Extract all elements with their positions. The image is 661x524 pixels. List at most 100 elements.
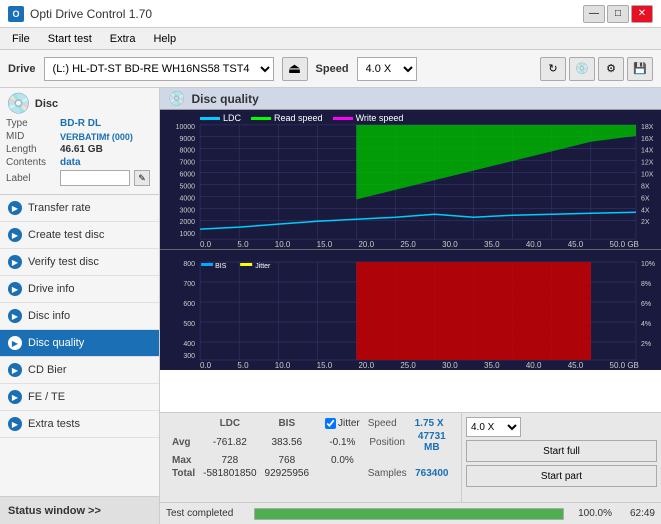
svg-text:400: 400 — [183, 341, 195, 348]
top-chart-legend: LDC Read speed Write speed — [200, 113, 403, 123]
svg-text:4X: 4X — [641, 207, 650, 214]
bx-label-0: 0.0 — [200, 361, 211, 370]
disc-icon[interactable]: 💿 — [569, 57, 595, 81]
svg-text:18X: 18X — [641, 124, 654, 131]
nav-label-extra-tests: Extra tests — [28, 418, 80, 430]
menu-start-test[interactable]: Start test — [40, 31, 100, 47]
sidebar-item-fe-te[interactable]: ▶ FE / TE — [0, 384, 159, 411]
speed-select-drive[interactable]: 4.0 X — [357, 57, 417, 81]
svg-text:300: 300 — [183, 353, 195, 360]
avg-jitter: -0.1% — [321, 430, 364, 454]
label-label: Label — [6, 173, 56, 184]
sidebar-item-verify-test-disc[interactable]: ▶ Verify test disc — [0, 249, 159, 276]
svg-text:BIS: BIS — [215, 263, 227, 270]
create-test-icon: ▶ — [8, 228, 22, 242]
sidebar: 💿 Disc Type BD-R DL MID VERBATIMf (000) … — [0, 88, 160, 524]
window-controls: — □ ✕ — [583, 5, 653, 23]
sidebar-item-extra-tests[interactable]: ▶ Extra tests — [0, 411, 159, 438]
title-bar: O Opti Drive Control 1.70 — □ ✕ — [0, 0, 661, 28]
nav-label-drive-info: Drive info — [28, 283, 74, 295]
sidebar-item-drive-info[interactable]: ▶ Drive info — [0, 276, 159, 303]
maximize-button[interactable]: □ — [607, 5, 629, 23]
svg-text:8X: 8X — [641, 183, 650, 190]
drive-label: Drive — [8, 63, 36, 75]
x-label-0: 0.0 — [200, 240, 211, 249]
speed-row: 4.0 X — [466, 417, 657, 437]
jitter-checkbox-cell: Jitter — [321, 417, 364, 430]
sidebar-item-cd-bier[interactable]: ▶ CD Bier — [0, 357, 159, 384]
bx-label-20: 20.0 — [358, 361, 374, 370]
app-icon: O — [8, 6, 24, 22]
svg-text:6000: 6000 — [179, 172, 195, 179]
nav-label-disc-info: Disc info — [28, 310, 70, 322]
read-speed-label: Read speed — [274, 113, 323, 123]
fe-te-icon: ▶ — [8, 390, 22, 404]
svg-text:3000: 3000 — [179, 207, 195, 214]
menu-file[interactable]: File — [4, 31, 38, 47]
svg-text:4%: 4% — [641, 321, 651, 328]
total-ldc: -581801850 — [199, 467, 260, 480]
close-button[interactable]: ✕ — [631, 5, 653, 23]
svg-text:600: 600 — [183, 301, 195, 308]
disc-section-icon: 💿 — [6, 94, 31, 114]
sidebar-item-transfer-rate[interactable]: ▶ Transfer rate — [0, 195, 159, 222]
bx-label-35: 35.0 — [484, 361, 500, 370]
speed-select-stats[interactable]: 4.0 X — [466, 417, 521, 437]
app-icon-text: O — [12, 9, 19, 19]
menu-help[interactable]: Help — [145, 31, 184, 47]
total-jitter — [321, 467, 364, 480]
sidebar-item-create-test-disc[interactable]: ▶ Create test disc — [0, 222, 159, 249]
drive-select[interactable]: (L:) HL-DT-ST BD-RE WH16NS58 TST4 — [44, 57, 274, 81]
svg-text:500: 500 — [183, 321, 195, 328]
label-input[interactable] — [60, 170, 130, 186]
nav-label-disc-quality: Disc quality — [28, 337, 84, 349]
title-bar-left: O Opti Drive Control 1.70 — [8, 6, 152, 22]
max-blank — [313, 454, 321, 467]
eject-button[interactable]: ⏏ — [282, 57, 308, 81]
stats-table: LDC BIS Jitter Speed 1.75 X — [160, 413, 461, 502]
sidebar-item-disc-info[interactable]: ▶ Disc info — [0, 303, 159, 330]
mid-value: VERBATIMf (000) — [60, 132, 133, 142]
max-row-label: Max — [168, 454, 199, 467]
jitter-checkbox[interactable] — [325, 418, 336, 429]
top-x-axis: 0.0 5.0 10.0 15.0 20.0 25.0 30.0 35.0 40… — [200, 240, 639, 249]
bx-label-40: 40.0 — [526, 361, 542, 370]
status-text: Test completed — [166, 508, 246, 519]
x-label-30: 30.0 — [442, 240, 458, 249]
svg-text:10000: 10000 — [176, 124, 196, 131]
start-full-button[interactable]: Start full — [466, 440, 657, 462]
x-label-25: 25.0 — [400, 240, 416, 249]
minimize-button[interactable]: — — [583, 5, 605, 23]
avg-row-label: Avg — [168, 430, 199, 454]
length-value: 46.61 GB — [60, 144, 103, 155]
bx-label-30: 30.0 — [442, 361, 458, 370]
x-label-15: 15.0 — [317, 240, 333, 249]
drive-toolbar-icons: ↻ 💿 ⚙ 💾 — [540, 57, 653, 81]
progress-fill — [255, 509, 563, 519]
disc-label-row: Label ✎ — [6, 170, 153, 186]
save-icon[interactable]: 💾 — [627, 57, 653, 81]
sidebar-item-disc-quality[interactable]: ▶ Disc quality — [0, 330, 159, 357]
bx-label-15: 15.0 — [317, 361, 333, 370]
total-blank — [313, 467, 321, 480]
svg-text:7000: 7000 — [179, 160, 195, 167]
menu-extra[interactable]: Extra — [102, 31, 144, 47]
ldc-color — [200, 117, 220, 120]
disc-info-icon: ▶ — [8, 309, 22, 323]
refresh-icon[interactable]: ↻ — [540, 57, 566, 81]
status-window-button[interactable]: Status window >> — [0, 496, 159, 524]
status-window-label: Status window >> — [8, 505, 101, 517]
progress-percent: 100.0% — [572, 508, 612, 519]
svg-text:14X: 14X — [641, 148, 654, 155]
svg-text:2X: 2X — [641, 219, 650, 226]
max-bis: 768 — [261, 454, 314, 467]
svg-text:2000: 2000 — [179, 219, 195, 226]
disc-quality-icon: ▶ — [8, 336, 22, 350]
label-edit-button[interactable]: ✎ — [134, 170, 150, 186]
svg-text:10X: 10X — [641, 172, 654, 179]
stats-data-table: LDC BIS Jitter Speed 1.75 X — [168, 417, 453, 480]
max-jitter: 0.0% — [321, 454, 364, 467]
start-part-button[interactable]: Start part — [466, 465, 657, 487]
settings-icon[interactable]: ⚙ — [598, 57, 624, 81]
stats-bar: LDC BIS Jitter Speed 1.75 X — [160, 412, 661, 502]
